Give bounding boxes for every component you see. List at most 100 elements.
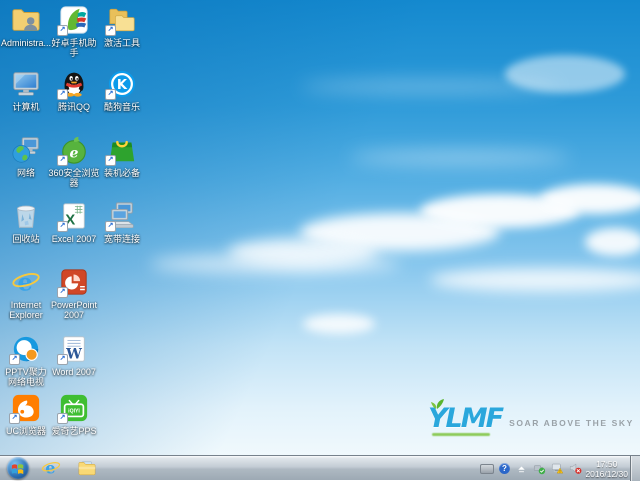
icon-label: UC浏览器 <box>6 426 46 436</box>
windows-flag-icon <box>11 464 24 475</box>
cloud <box>150 254 400 274</box>
desktop-icon-tencent-qq[interactable]: ↗ 腾讯QQ <box>48 69 100 112</box>
icon-label: PowerPoint 2007 <box>50 300 98 320</box>
desktop-icon-computer[interactable]: 计算机 <box>0 69 52 112</box>
clock-time: 17:50 <box>596 458 618 469</box>
shortcut-arrow-icon: ↗ <box>57 25 68 36</box>
taskbar: e ? ! 17:50 2016/12/30 <box>0 455 640 481</box>
shortcut-arrow-icon: ↗ <box>57 354 68 365</box>
svg-text:e: e <box>70 146 79 162</box>
svg-text:iQIYI: iQIYI <box>68 409 80 415</box>
icon-label: 激活工具 <box>103 38 140 48</box>
icon-label: PPTV聚力 网络电视 <box>5 367 47 387</box>
cloud <box>420 194 580 228</box>
cloud <box>228 238 378 266</box>
word-icon: W ↗ <box>57 334 89 365</box>
phone-assistant-icon: ↗ <box>57 5 89 36</box>
icon-label: 腾讯QQ <box>57 102 90 112</box>
ie-icon: e <box>41 459 61 478</box>
taskbar-ie-button[interactable]: e <box>37 457 65 479</box>
cloud <box>540 184 640 214</box>
taskbar-explorer-button[interactable] <box>73 457 101 479</box>
computer-icon <box>11 69 41 99</box>
broadband-icon: ↗ <box>105 201 137 232</box>
cloud <box>300 213 500 251</box>
show-desktop-button[interactable] <box>630 456 640 481</box>
desktop-icon-broadband-connection[interactable]: ↗ 宽带连接 <box>96 201 148 244</box>
leaf-icon <box>431 399 444 409</box>
desktop-icon-iqiyi-pps[interactable]: iQIYI ↗ 爱奇艺PPS <box>48 393 100 436</box>
desktop-icon-powerpoint-2007[interactable]: ↗ PowerPoint 2007 <box>48 267 100 320</box>
start-button[interactable] <box>7 457 29 479</box>
desktop-icon-network[interactable]: 网络 <box>0 135 52 178</box>
icon-label: Excel 2007 <box>51 234 97 244</box>
cloud <box>430 268 640 292</box>
desktop-icon-activation-tools[interactable]: ↗ 激活工具 <box>96 5 148 48</box>
desktop-wallpaper: Administra... ↗ 好卓手机助手 ↗ 激活工具 计算机 ↗ 腾讯QQ… <box>0 0 640 480</box>
desktop-icon-administrator-folder[interactable]: Administra... <box>0 5 52 48</box>
shortcut-arrow-icon: ↗ <box>105 221 116 232</box>
ylmf-tagline: SOAR ABOVE THE SKY <box>509 418 634 428</box>
icon-label: 网络 <box>16 168 35 178</box>
icon-label: 酷狗音乐 <box>103 102 140 112</box>
volume-muted-icon[interactable] <box>569 462 582 475</box>
icon-label: 装机必备 <box>103 168 140 178</box>
network-globe-icon <box>11 135 41 165</box>
desktop-icon-word-2007[interactable]: W ↗ Word 2007 <box>48 334 100 377</box>
shortcut-arrow-icon: ↗ <box>57 287 68 298</box>
folder-icon <box>78 461 96 476</box>
tray-question-icon[interactable]: ? <box>499 463 510 474</box>
system-tray: ? ! <box>480 456 582 481</box>
iqiyi-tv-icon: iQIYI ↗ <box>57 393 89 424</box>
show-hidden-icons-button[interactable] <box>515 462 528 475</box>
powerpoint-icon: ↗ <box>57 267 89 298</box>
qq-penguin-icon: ↗ <box>57 69 89 100</box>
ie-icon: e <box>11 267 41 297</box>
desktop-icon-recycle-bin[interactable]: 回收站 <box>0 201 52 244</box>
desktop-icon-internet-explorer[interactable]: e Internet Explorer <box>0 267 52 320</box>
pptv-icon: ↗ <box>9 334 41 365</box>
shortcut-arrow-icon: ↗ <box>57 155 68 166</box>
excel-icon: X ↗ <box>57 201 89 232</box>
shopping-bag-icon: ↗ <box>105 135 137 166</box>
360-browser-icon: e ↗ <box>57 135 89 166</box>
shortcut-arrow-icon: ↗ <box>105 155 116 166</box>
cloud <box>300 80 560 93</box>
shortcut-arrow-icon: ↗ <box>57 89 68 100</box>
desktop-icon-haozhuo-assistant[interactable]: ↗ 好卓手机助手 <box>48 5 100 58</box>
icon-label: Word 2007 <box>52 367 96 377</box>
desktop-icon-kugou-music[interactable]: K ↗ 酷狗音乐 <box>96 69 148 112</box>
desktop-icon-essential-apps[interactable]: ↗ 装机必备 <box>96 135 148 178</box>
shortcut-arrow-icon: ↗ <box>105 89 116 100</box>
icon-label: 好卓手机助手 <box>51 38 97 58</box>
shortcut-arrow-icon: ↗ <box>9 354 20 365</box>
shortcut-arrow-icon: ↗ <box>57 221 68 232</box>
taskbar-clock[interactable]: 17:50 2016/12/30 <box>585 456 628 481</box>
icon-label: 宽带连接 <box>103 234 140 244</box>
user-folder-icon <box>11 5 41 35</box>
cloud <box>585 228 640 256</box>
safely-remove-hardware-icon[interactable] <box>533 462 546 475</box>
cloud <box>350 150 570 165</box>
desktop-icon-excel-2007[interactable]: X ↗ Excel 2007 <box>48 201 100 244</box>
cloud <box>303 314 375 334</box>
cloud <box>505 55 625 93</box>
shortcut-arrow-icon: ↗ <box>57 413 68 424</box>
ylmf-slogan-bar <box>432 433 490 436</box>
icon-label: 回收站 <box>12 234 40 244</box>
svg-text:e: e <box>17 267 33 296</box>
icon-label: 计算机 <box>12 102 40 112</box>
ylmf-watermark: YLMF SOAR ABOVE THE SKY <box>428 399 634 436</box>
shortcut-arrow-icon: ↗ <box>9 413 20 424</box>
recycle-bin-icon <box>11 201 41 231</box>
svg-text:K: K <box>117 78 128 93</box>
language-indicator[interactable] <box>480 463 494 474</box>
icon-label: Administra... <box>0 38 51 48</box>
icon-label: 爱奇艺PPS <box>51 426 97 436</box>
network-status-warning-icon[interactable]: ! <box>551 462 564 475</box>
desktop-icon-pptv[interactable]: ↗ PPTV聚力 网络电视 <box>0 334 52 387</box>
svg-text:e: e <box>45 459 55 478</box>
folder-icon: ↗ <box>105 5 137 36</box>
desktop-icon-360-browser[interactable]: e ↗ 360安全浏览器 <box>48 135 100 188</box>
desktop-icon-uc-browser[interactable]: ↗ UC浏览器 <box>0 393 52 436</box>
